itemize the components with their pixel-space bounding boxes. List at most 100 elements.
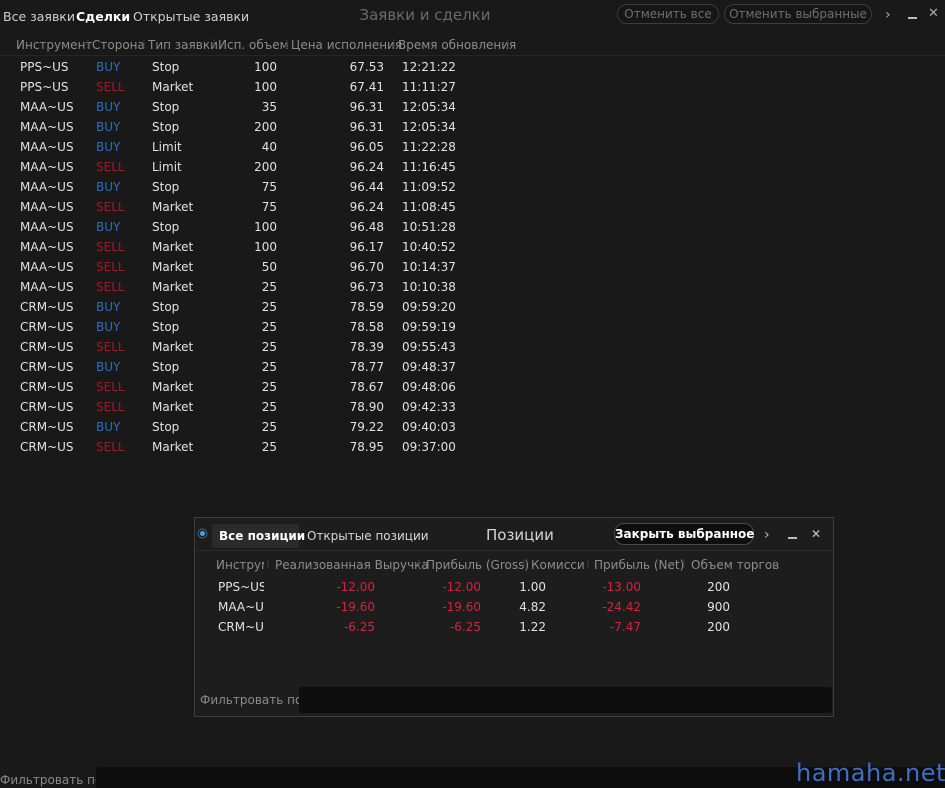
panel-divider <box>195 550 833 551</box>
table-row[interactable]: CRM~US BUY Stop 25 78.58 09:59:19 <box>0 317 460 337</box>
column-header-instrument[interactable]: Инструм <box>216 558 264 572</box>
table-row[interactable]: PPS~US -12.00 -12.00 1.00 -13.00 200 <box>195 577 795 597</box>
cell-update-time: 10:51:28 <box>402 220 456 234</box>
cell-side: SELL <box>96 260 125 274</box>
cell-exec-price: 96.24 <box>349 160 384 174</box>
positions-filter-input[interactable] <box>299 687 832 713</box>
table-row[interactable]: MAA~US SELL Limit 200 96.24 11:16:45 <box>0 157 460 177</box>
column-header-trade-volume[interactable]: Объем торгов <box>691 558 779 572</box>
cell-instrument: PPS~US <box>20 80 69 94</box>
table-row[interactable]: MAA~US SELL Market 50 96.70 10:14:37 <box>0 257 460 277</box>
cell-update-time: 11:09:52 <box>402 180 456 194</box>
cell-order-type: Market <box>152 440 194 454</box>
cell-side: BUY <box>96 100 121 114</box>
watermark: hamaha.net <box>796 759 945 787</box>
filter-label: Фильтровать по <box>0 773 103 787</box>
column-resize-handle[interactable]: ⁞ <box>392 37 396 51</box>
cell-side: BUY <box>96 120 121 134</box>
column-resize-handle[interactable]: ⁞ <box>212 37 216 51</box>
cell-net: -13.00 <box>602 580 641 594</box>
cell-side: SELL <box>96 440 125 454</box>
table-row[interactable]: MAA~US SELL Market 75 96.24 11:08:45 <box>0 197 460 217</box>
cell-exec-price: 96.70 <box>349 260 384 274</box>
chevron-right-icon[interactable]: › <box>764 527 770 543</box>
cell-exec-price: 78.58 <box>349 320 384 334</box>
cell-update-time: 09:55:43 <box>402 340 456 354</box>
table-row[interactable]: MAA~US BUY Stop 100 96.48 10:51:28 <box>0 217 460 237</box>
cell-commission: 4.82 <box>519 600 546 614</box>
cell-order-type: Market <box>152 340 194 354</box>
table-row[interactable]: CRM~US BUY Stop 25 78.77 09:48:37 <box>0 357 460 377</box>
table-row[interactable]: CRM~US -6.25 -6.25 1.22 -7.47 200 <box>195 617 795 637</box>
column-header-update-time[interactable]: Время обновления <box>398 38 516 52</box>
cell-instrument: PPS~US <box>20 60 69 74</box>
cell-side: BUY <box>96 360 121 374</box>
minimize-icon[interactable] <box>908 17 917 19</box>
table-row[interactable]: CRM~US SELL Market 25 78.39 09:55:43 <box>0 337 460 357</box>
cell-exec-price: 79.22 <box>349 420 384 434</box>
column-resize-handle[interactable]: ⁞ <box>586 557 590 571</box>
column-header-filled-volume[interactable]: Исп. объем <box>218 38 289 52</box>
minimize-icon[interactable] <box>788 537 797 539</box>
table-row[interactable]: CRM~US SELL Market 25 78.67 09:48:06 <box>0 377 460 397</box>
column-header-realized[interactable]: Реализованная Выручка <box>275 558 429 572</box>
close-icon[interactable]: ✕ <box>811 527 821 541</box>
cell-exec-price: 78.90 <box>349 400 384 414</box>
chevron-right-icon[interactable]: › <box>885 8 891 22</box>
cancel-selected-button[interactable]: Отменить выбранные <box>724 4 872 24</box>
table-row[interactable]: MAA~US BUY Limit 40 96.05 11:22:28 <box>0 137 460 157</box>
column-header-order-type[interactable]: Тип заявки <box>148 38 218 52</box>
cell-commission: 1.00 <box>519 580 546 594</box>
cell-side: SELL <box>96 200 125 214</box>
column-header-commission[interactable]: Комисси <box>531 558 585 572</box>
cell-exec-price: 67.53 <box>349 60 384 74</box>
cell-order-type: Stop <box>152 100 180 114</box>
column-header-gross[interactable]: Прибыль (Gross) <box>426 558 529 572</box>
cell-update-time: 11:16:45 <box>402 160 456 174</box>
table-row[interactable]: MAA~US -19.60 -19.60 4.82 -24.42 900 <box>195 597 795 617</box>
cancel-all-button[interactable]: Отменить все <box>617 4 719 24</box>
column-resize-handle[interactable]: ⁞ <box>682 557 686 571</box>
column-resize-handle[interactable]: ⁞ <box>417 557 421 571</box>
table-row[interactable]: CRM~US SELL Market 25 78.95 09:37:00 <box>0 437 460 457</box>
cell-order-type: Stop <box>152 420 180 434</box>
column-header-instrument[interactable]: Инструмент <box>16 38 92 52</box>
cell-filled-volume: 50 <box>261 260 277 274</box>
column-resize-handle[interactable]: ⁞ <box>522 557 526 571</box>
table-row[interactable]: CRM~US SELL Market 25 78.90 09:42:33 <box>0 397 460 417</box>
column-resize-handle[interactable]: ⁞ <box>773 557 777 571</box>
cell-exec-price: 96.44 <box>349 180 384 194</box>
column-resize-handle[interactable]: ⁞ <box>285 37 289 51</box>
cell-update-time: 09:42:33 <box>402 400 456 414</box>
table-row[interactable]: MAA~US BUY Stop 35 96.31 12:05:34 <box>0 97 460 117</box>
cell-filled-volume: 100 <box>254 60 277 74</box>
table-row[interactable]: PPS~US BUY Stop 100 67.53 12:21:22 <box>0 57 460 77</box>
close-selected-button[interactable]: Закрыть выбранное <box>614 523 754 545</box>
column-header-exec-price[interactable]: Цена исполнения <box>291 38 402 52</box>
column-resize-handle[interactable]: ⁞ <box>506 37 510 51</box>
cell-order-type: Market <box>152 200 194 214</box>
table-row[interactable]: PPS~US SELL Market 100 67.41 11:11:27 <box>0 77 460 97</box>
table-row[interactable]: MAA~US SELL Market 100 96.17 10:40:52 <box>0 237 460 257</box>
table-row[interactable]: CRM~US BUY Stop 25 79.22 09:40:03 <box>0 417 460 437</box>
cell-instrument: CRM~US <box>218 620 264 634</box>
tab-open-positions[interactable]: Открытые позиции <box>307 529 429 543</box>
cell-instrument: CRM~US <box>20 340 74 354</box>
cell-update-time: 12:05:34 <box>402 120 456 134</box>
radio-icon[interactable] <box>200 531 205 536</box>
column-resize-handle[interactable]: ⁞ <box>266 557 270 571</box>
tab-all-positions[interactable]: Все позиции <box>212 524 305 548</box>
cell-update-time: 10:10:38 <box>402 280 456 294</box>
column-resize-handle[interactable]: ⁞ <box>86 37 90 51</box>
column-header-net[interactable]: Прибыль (Net) <box>594 558 684 572</box>
close-icon[interactable]: ✕ <box>928 7 939 21</box>
cell-instrument: CRM~US <box>20 300 74 314</box>
table-row[interactable]: MAA~US BUY Stop 200 96.31 12:05:34 <box>0 117 460 137</box>
cell-instrument: MAA~US <box>20 280 74 294</box>
column-resize-handle[interactable]: ⁞ <box>142 37 146 51</box>
table-row[interactable]: CRM~US BUY Stop 25 78.59 09:59:20 <box>0 297 460 317</box>
table-row[interactable]: MAA~US BUY Stop 75 96.44 11:09:52 <box>0 177 460 197</box>
column-header-side[interactable]: Сторона <box>92 38 145 52</box>
cell-update-time: 09:48:37 <box>402 360 456 374</box>
table-row[interactable]: MAA~US SELL Market 25 96.73 10:10:38 <box>0 277 460 297</box>
